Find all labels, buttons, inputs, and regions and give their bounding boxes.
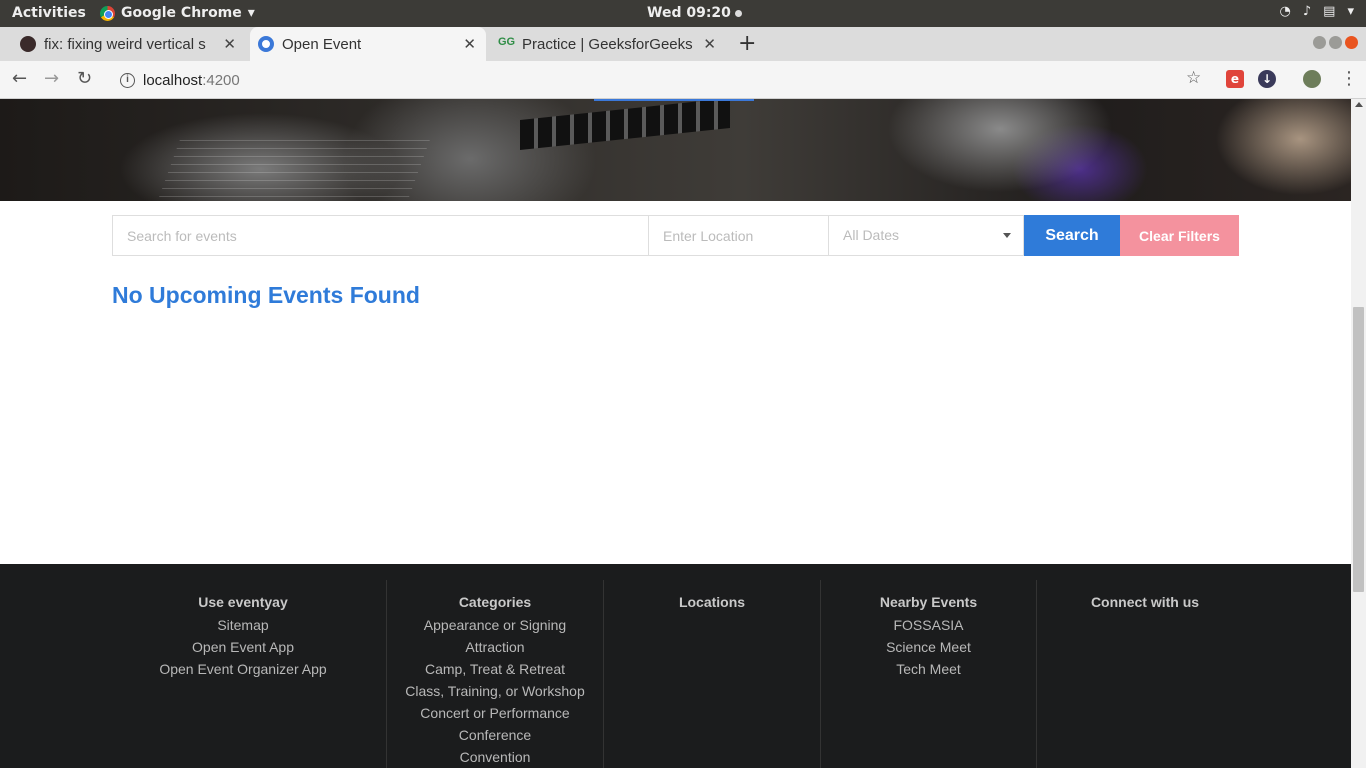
tab-geeksforgeeks[interactable]: GG Practice | GeeksforGeeks | ✕ [490, 27, 726, 61]
reload-icon[interactable]: ↻ [77, 68, 92, 89]
footer-col-locations: Locations [603, 580, 820, 768]
footer-link-category[interactable]: Convention [387, 746, 603, 768]
footer-heading: Use eventyay [198, 594, 288, 610]
hero-keyboard [520, 99, 730, 151]
gfg-icon: GG [498, 36, 516, 48]
info-icon[interactable]: i [120, 72, 135, 88]
footer-link-open-event-app[interactable]: Open Event App [100, 636, 386, 658]
footer-col-use: Use eventyay Sitemap Open Event App Open… [100, 580, 386, 768]
address-bar[interactable]: i localhost:4200 [112, 67, 1212, 93]
footer-link-organizer-app[interactable]: Open Event Organizer App [100, 658, 386, 680]
footer-link-category[interactable]: Appearance or Signing [387, 614, 603, 636]
dates-dropdown[interactable]: All Dates [829, 215, 1024, 256]
window-controls [1313, 36, 1358, 49]
toolbar: ← → ↻ i localhost:4200 ☆ e ↓ ⋮ [0, 61, 1366, 99]
footer-link-nearby[interactable]: Science Meet [821, 636, 1036, 658]
app-menu[interactable]: Google Chrome ▾ [100, 5, 255, 21]
search-bar: Search for events Enter Location All Dat… [112, 215, 1239, 256]
close-tab-icon[interactable]: ✕ [703, 35, 716, 53]
minimize-icon[interactable] [1313, 36, 1326, 49]
footer-link-category[interactable]: Camp, Treat & Retreat [387, 658, 603, 680]
bookmark-star-icon[interactable]: ☆ [1186, 68, 1201, 88]
scroll-up-icon[interactable] [1355, 102, 1363, 107]
hero-accent [594, 99, 754, 101]
wifi-icon: ◔ [1279, 4, 1291, 19]
open-event-icon [258, 36, 274, 52]
search-events-input[interactable]: Search for events [112, 215, 649, 256]
footer-col-connect: Connect with us [1036, 580, 1253, 768]
new-tab-button[interactable]: + [738, 31, 756, 56]
search-button[interactable]: Search [1024, 215, 1120, 256]
footer-link-nearby[interactable]: Tech Meet [821, 658, 1036, 680]
footer-heading: Nearby Events [879, 594, 978, 610]
close-tab-icon[interactable]: ✕ [463, 35, 476, 53]
back-icon[interactable]: ← [12, 68, 27, 89]
footer-heading: Categories [458, 594, 532, 610]
profile-avatar[interactable] [1303, 70, 1321, 88]
forward-icon[interactable]: → [44, 68, 59, 89]
os-top-bar: Activities Google Chrome ▾ Wed 09:20 ◔ ♪… [0, 0, 1366, 27]
chevron-down-icon: ▾ [247, 5, 255, 21]
tab-title: fix: fixing weird vertical s [44, 35, 206, 53]
clear-filters-button[interactable]: Clear Filters [1120, 215, 1239, 256]
notification-dot-icon [734, 9, 742, 17]
close-window-icon[interactable] [1345, 36, 1358, 49]
footer: Use eventyay Sitemap Open Event App Open… [0, 564, 1351, 768]
menu-icon[interactable]: ⋮ [1340, 68, 1358, 89]
app-name: Google Chrome [121, 5, 242, 21]
github-icon [20, 36, 36, 52]
maximize-icon[interactable] [1329, 36, 1342, 49]
footer-heading: Locations [678, 594, 746, 610]
scroll-thumb[interactable] [1353, 307, 1364, 592]
close-tab-icon[interactable]: ✕ [223, 35, 236, 53]
footer-link-nearby[interactable]: FOSSASIA [821, 614, 1036, 636]
footer-link-sitemap[interactable]: Sitemap [100, 614, 386, 636]
tab-title: Open Event [282, 35, 362, 53]
footer-link-category[interactable]: Conference [387, 724, 603, 746]
caret-down-icon [1003, 233, 1011, 238]
chevron-down-icon: ▾ [1347, 4, 1354, 19]
dates-value: All Dates [843, 227, 900, 243]
tab-open-event[interactable]: Open Event ✕ [250, 27, 486, 61]
hero-notepad [159, 137, 431, 197]
page-scrollbar[interactable] [1351, 99, 1366, 768]
clipboard-icon: ▤ [1323, 4, 1336, 19]
activities-button[interactable]: Activities [12, 5, 86, 21]
url-host: localhost [143, 71, 203, 89]
system-tray[interactable]: ◔ ♪ ▤ ▾ [1280, 4, 1354, 19]
clock-text: Wed 09:20 [647, 5, 731, 21]
chrome-icon [100, 5, 115, 21]
tab-github-pr[interactable]: fix: fixing weird vertical s ✕ [12, 27, 246, 61]
tab-strip: fix: fixing weird vertical s ✕ Open Even… [0, 27, 1366, 61]
footer-col-categories: Categories Appearance or Signing Attract… [386, 580, 603, 768]
clock[interactable]: Wed 09:20 [647, 5, 742, 21]
footer-heading: Connect with us [1090, 594, 1200, 610]
page-viewport: Search for events Enter Location All Dat… [0, 99, 1351, 768]
no-events-heading: No Upcoming Events Found [112, 282, 420, 308]
extension-download-icon[interactable]: ↓ [1258, 70, 1276, 88]
extension-e-icon[interactable]: e [1226, 70, 1244, 88]
tab-title: Practice | GeeksforGeeks | [522, 35, 697, 53]
volume-icon: ♪ [1302, 4, 1312, 19]
footer-link-category[interactable]: Concert or Performance [387, 702, 603, 724]
hero-image [0, 99, 1351, 201]
location-input[interactable]: Enter Location [649, 215, 829, 256]
footer-link-category[interactable]: Attraction [387, 636, 603, 658]
footer-link-category[interactable]: Class, Training, or Workshop [387, 680, 603, 702]
url-port: :4200 [202, 71, 240, 89]
footer-col-nearby: Nearby Events FOSSASIA Science Meet Tech… [820, 580, 1036, 768]
